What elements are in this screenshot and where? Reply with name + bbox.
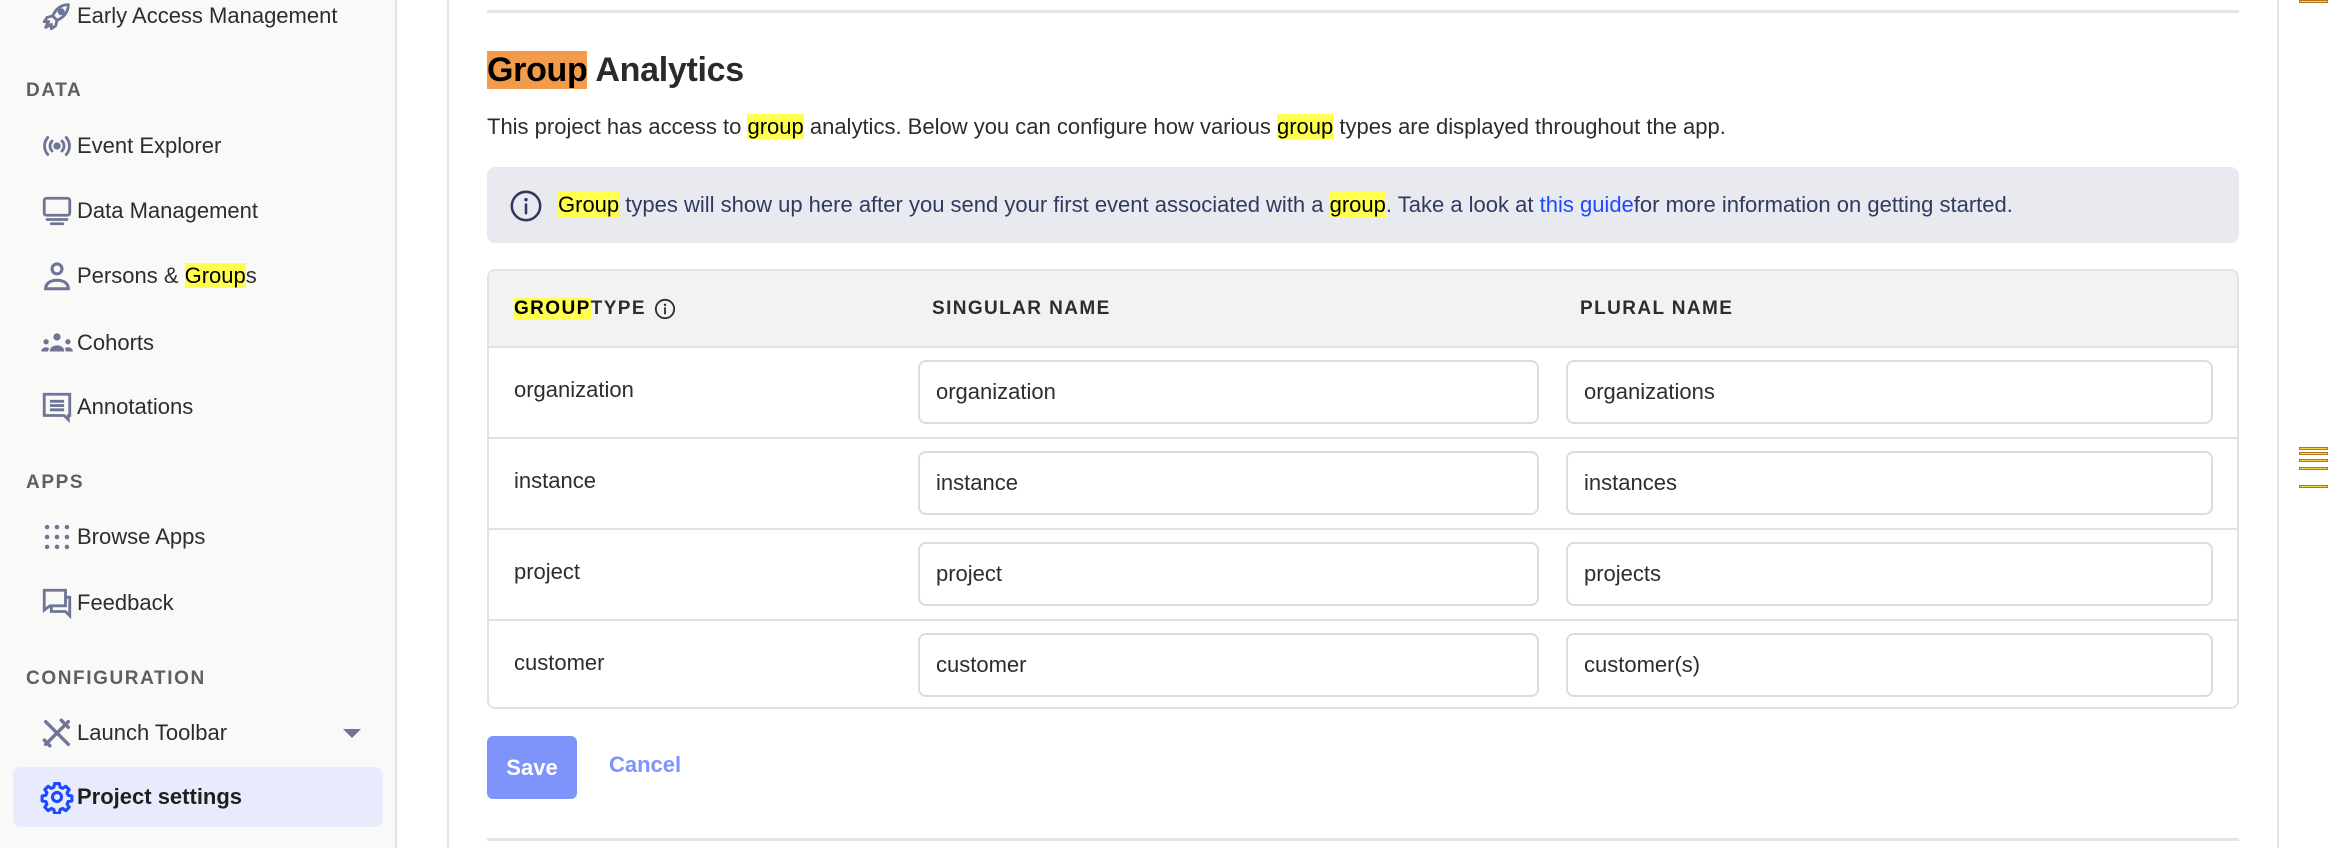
gear-icon (39, 779, 75, 815)
singular-name-input[interactable] (918, 633, 1539, 697)
sidebar-item-label: Annotations (77, 394, 194, 419)
sidebar-item-feedback[interactable]: Feedback (13, 573, 383, 633)
scrollbar-search-match-marker[interactable] (2299, 467, 2328, 470)
column-header-group-type: GROUP TYPE (514, 298, 676, 320)
group-types-table: GROUP TYPE SINGULAR NAME PLURAL NAME org… (487, 269, 2239, 709)
search-highlight: group (1329, 192, 1386, 217)
label-prefix: Persons & (77, 263, 185, 288)
search-highlight: group (1276, 114, 1334, 139)
sidebar-item-project-settings[interactable]: Project settings (13, 767, 383, 827)
sidebar-item-launch-toolbar[interactable]: Launch Toolbar (13, 703, 383, 763)
info-text-part: . Take a look at (1385, 192, 1540, 217)
sidebar-item-label: Data Management (77, 198, 258, 223)
sidebar-item-label: Feedback (77, 590, 174, 615)
content-panel-border (447, 0, 449, 848)
search-highlight-current: Group (487, 51, 588, 89)
sidebar-item-cohorts[interactable]: Cohorts (13, 313, 383, 373)
singular-name-input[interactable] (918, 360, 1539, 424)
sidebar-item-label: Early Access Management (77, 3, 338, 28)
group-type-cell: organization (514, 377, 634, 402)
desc-text: analytics. Below you can configure how v… (803, 114, 1277, 139)
sidebar-item-browse-apps[interactable]: Browse Apps (13, 507, 383, 567)
cohorts-icon (39, 325, 75, 361)
info-text-part: types will show up here after you send y… (619, 192, 1330, 217)
info-text-part: for more information on getting started. (1633, 192, 2013, 217)
sidebar: Early Access Management DATA Event Explo… (0, 0, 397, 848)
group-type-cell: project (514, 559, 581, 584)
section-divider-top (487, 10, 2239, 13)
save-button[interactable]: Save (487, 736, 577, 799)
guide-link[interactable]: this guide (1540, 192, 1634, 217)
sidebar-item-label: Launch Toolbar (77, 720, 228, 745)
scrollbar-search-match-marker[interactable] (2299, 485, 2328, 488)
feedback-icon (39, 585, 75, 621)
sidebar-item-annotations[interactable]: Annotations (13, 377, 383, 437)
section-label-apps: APPS (26, 472, 85, 493)
sidebar-item-label: Persons & Groups (77, 263, 257, 289)
singular-name-input[interactable] (918, 451, 1539, 515)
plural-name-input[interactable] (1566, 451, 2213, 515)
search-highlight: GROUP (514, 298, 591, 320)
singular-name-input[interactable] (918, 542, 1539, 606)
sidebar-item-label: Project settings (77, 784, 243, 809)
info-banner: Group types will show up here after you … (487, 167, 2239, 243)
sidebar-item-persons-groups[interactable]: Persons & Groups (13, 246, 383, 306)
desc-text: types are displayed throughout the app. (1333, 114, 1726, 139)
search-highlight: group (747, 114, 804, 139)
tools-icon (39, 715, 75, 751)
column-header-plural: PLURAL NAME (1580, 298, 1734, 319)
plural-name-input[interactable] (1566, 633, 2213, 697)
column-header-singular: SINGULAR NAME (932, 298, 1111, 319)
section-label-configuration: CONFIGURATION (26, 668, 206, 689)
plural-name-input[interactable] (1566, 360, 2213, 424)
broadcast-icon (39, 128, 75, 164)
section-divider-bottom (487, 838, 2239, 841)
section-label-data: DATA (26, 80, 83, 101)
sidebar-item-label: Event Explorer (77, 133, 222, 158)
desc-text: This project has access to (487, 114, 748, 139)
info-icon[interactable] (654, 298, 676, 320)
chevron-down-icon[interactable] (343, 728, 361, 738)
page-title: Group Analytics (487, 48, 744, 92)
header-text: TYPE (590, 298, 646, 319)
search-highlight: Group (558, 192, 620, 217)
label-suffix: s (245, 263, 257, 288)
cancel-button[interactable]: Cancel (609, 752, 681, 778)
monitor-icon (39, 193, 75, 229)
sidebar-item-early-access-management[interactable]: Early Access Management (13, 0, 383, 46)
table-row: organization (489, 348, 2237, 439)
title-text: Analytics (587, 51, 744, 89)
search-highlight: Group (184, 263, 246, 288)
group-type-cell: instance (514, 468, 596, 493)
scrollbar-search-match-marker[interactable] (2299, 0, 2328, 3)
group-type-cell: customer (514, 650, 605, 675)
table-row: instance (489, 439, 2237, 530)
annotation-icon (39, 389, 75, 425)
sidebar-item-label: Cohorts (77, 330, 155, 355)
table-header: GROUP TYPE SINGULAR NAME PLURAL NAME (489, 271, 2237, 348)
sidebar-item-data-management[interactable]: Data Management (13, 181, 383, 241)
scrollbar-search-match-marker[interactable] (2299, 459, 2328, 462)
rocket-icon (39, 0, 75, 34)
scrollbar-search-match-marker[interactable] (2299, 452, 2328, 455)
table-row: project (489, 530, 2237, 621)
sidebar-item-event-explorer[interactable]: Event Explorer (13, 116, 383, 176)
scrollbar-track-border (2277, 0, 2279, 848)
scrollbar-search-match-marker[interactable] (2299, 447, 2328, 450)
table-row: customer (489, 621, 2237, 707)
grid-dots-icon (39, 519, 75, 555)
sidebar-item-label: Browse Apps (77, 524, 206, 549)
info-icon (510, 190, 542, 222)
info-text: Group types will show up here after you … (558, 190, 2013, 220)
section-description: This project has access to group analyti… (487, 112, 1726, 142)
person-icon (39, 258, 75, 294)
plural-name-input[interactable] (1566, 542, 2213, 606)
